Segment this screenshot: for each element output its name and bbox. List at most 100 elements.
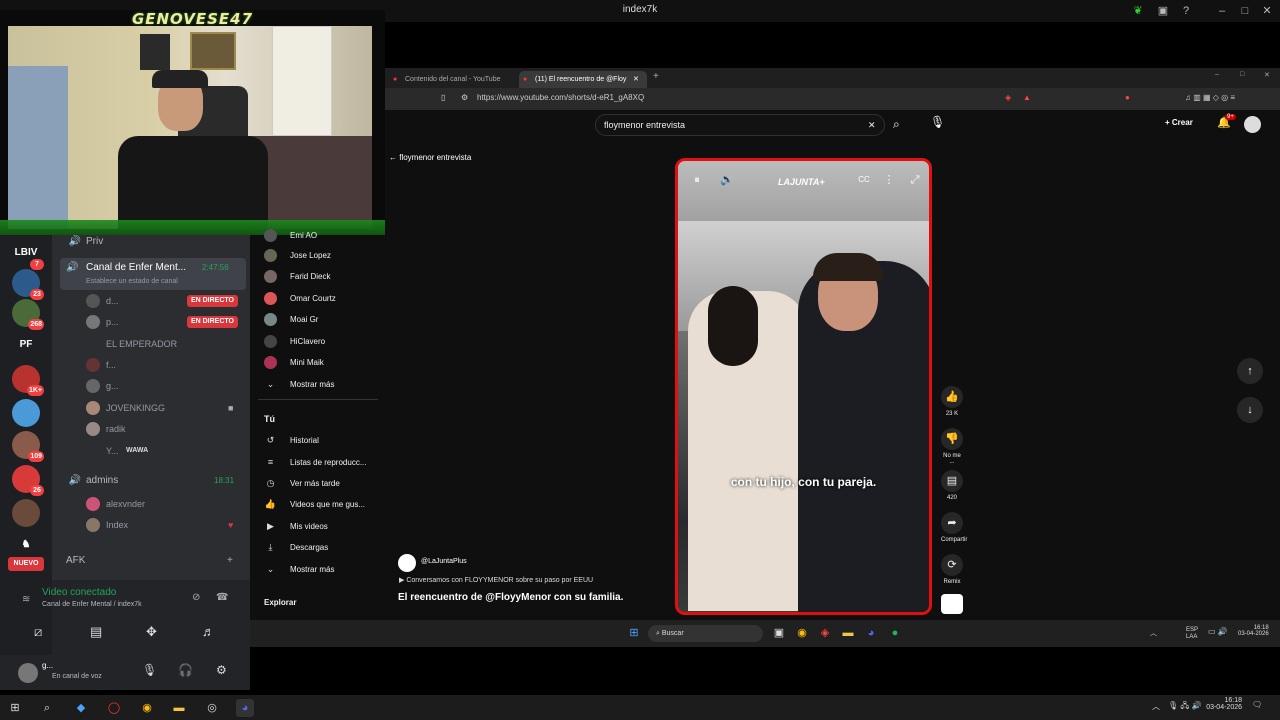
screen-icon[interactable]: ▣ [1155, 3, 1171, 19]
subscription-item[interactable]: Jose Lopez [250, 245, 385, 266]
search-icon[interactable]: ⌕ [893, 117, 900, 132]
rewards-icon[interactable]: ▲ [1023, 93, 1031, 102]
channel-avatar[interactable] [398, 554, 416, 572]
leaf-icon[interactable]: ❦ [1130, 3, 1146, 19]
dislike-button[interactable]: 👎 No me ... [941, 428, 963, 465]
folder-icon[interactable]: ▬ [170, 699, 188, 717]
nav-downloads[interactable]: ⤓ Descargas [250, 537, 385, 558]
server-icon[interactable] [12, 499, 40, 527]
microphone-icon[interactable]: 🎙 [142, 663, 157, 677]
taskbar-search[interactable]: ⌕ Buscar [648, 625, 763, 642]
minimize-button[interactable]: – [1215, 71, 1219, 78]
nav-liked[interactable]: 👍 Videos que me gus... [250, 494, 385, 515]
help-icon[interactable]: ? [1178, 3, 1194, 19]
windows-start-icon[interactable]: ⊞ [6, 699, 24, 717]
notifications-icon[interactable]: 🔔 9+ [1217, 114, 1236, 129]
signal-icon[interactable]: ≋ [22, 594, 30, 605]
voice-user[interactable]: d... EN DIRECTO [52, 291, 250, 311]
active-voice-channel[interactable]: 🔊 Canal de Enfer Ment... 2:47:56 Estable… [60, 258, 246, 290]
subscription-item[interactable]: Farid Dieck [250, 266, 385, 287]
shorts-video[interactable]: ⏸ 🔊 LAJUNTA+ CC ⋮ ⤢ con tu hijo, con tu … [675, 158, 932, 615]
server-icon[interactable]: 268 [12, 299, 44, 330]
brave-shield-icon[interactable]: ◈ [1005, 93, 1011, 102]
headphones-icon[interactable]: 🎧 [178, 663, 193, 677]
close-tab-icon[interactable]: ✕ [633, 71, 639, 88]
voice-user[interactable]: Y... WAWA [52, 441, 250, 461]
new-badge[interactable]: NUEVO [8, 557, 44, 571]
nav-my-videos[interactable]: ▶ Mis videos [250, 516, 385, 537]
previous-short-icon[interactable]: ↑ [1237, 358, 1263, 384]
tray-chevron-icon[interactable]: ︿ [1152, 701, 1160, 712]
voice-user[interactable]: radik [52, 419, 250, 439]
new-tab-icon[interactable]: + [653, 71, 659, 82]
voice-user[interactable]: JOVENKINGG ■ [52, 398, 250, 418]
subscription-item[interactable]: HiClavero [250, 331, 385, 352]
soundboard-icon[interactable]: ♬ [202, 624, 215, 639]
share-button[interactable]: ➦ Compartir [941, 512, 967, 543]
nav-playlists[interactable]: ≡ Listas de reproducc... [250, 452, 385, 473]
clock[interactable]: 16:18 03-04-2026 [1200, 697, 1242, 711]
you-header[interactable]: Tú [250, 409, 385, 430]
voice-user[interactable]: EL EMPERADOR [52, 334, 250, 354]
voice-user[interactable]: f... [52, 355, 250, 375]
create-button[interactable]: + Crear [1165, 118, 1193, 127]
channel-name[interactable]: @LaJuntaPlus [421, 558, 467, 565]
brave-icon[interactable]: ◈ [816, 624, 834, 642]
spotify-icon[interactable]: ● [886, 624, 904, 642]
server-icon[interactable]: LBIV 7 [12, 239, 44, 270]
show-more-button[interactable]: ⌄ Mostrar más [250, 559, 385, 580]
voice-user[interactable]: alexvnder [52, 494, 250, 514]
system-tray-icons[interactable]: ▭ 🔊 [1208, 627, 1228, 636]
screen-share-icon[interactable]: ▤ [90, 624, 102, 640]
system-tray-icons[interactable]: 🎙 🖧 🔊 [1168, 700, 1201, 714]
activities-icon[interactable]: ✥ [146, 624, 157, 640]
subscription-item[interactable]: Emi AO [250, 225, 385, 246]
tab-shorts[interactable]: ● (11) El reencuentro de @Floy ✕ [519, 71, 647, 88]
server-icon[interactable]: 109 [12, 431, 44, 462]
bookmark-icon[interactable]: ▯ [441, 93, 445, 102]
avatar[interactable] [1244, 116, 1261, 133]
voice-user[interactable]: Index ♥ [52, 515, 250, 535]
folder-icon[interactable]: ▬ [839, 624, 857, 642]
avatar[interactable] [18, 663, 38, 683]
volume-icon[interactable]: 🔊 [718, 171, 736, 189]
search-input[interactable]: floymenor entrevista ✕ [595, 114, 885, 136]
disconnect-icon[interactable]: ☎ [216, 592, 228, 603]
next-short-icon[interactable]: ↓ [1237, 397, 1263, 423]
camera-off-icon[interactable]: ⧄ [34, 624, 42, 640]
category-priv[interactable]: 🔊 Priv [52, 232, 250, 252]
windows-start-icon[interactable]: ⊞ [625, 624, 643, 642]
minimize-button[interactable]: – [1214, 3, 1230, 19]
chrome-icon[interactable]: ◉ [793, 624, 811, 642]
search-icon[interactable]: ⌕ [38, 699, 56, 717]
voice-channel-afk[interactable]: AFK + [52, 551, 250, 571]
site-info-icon[interactable]: ⚙ [461, 93, 468, 102]
maximize-button[interactable]: □ [1240, 71, 1244, 78]
extensions-icon[interactable]: ♫ ▥ ▦ ◇ ◎ ≡ [1185, 93, 1235, 102]
subscription-item[interactable]: Omar Courtz [250, 288, 385, 309]
discord-icon[interactable]: ◕ [236, 699, 254, 717]
server-icon[interactable]: 23 [12, 269, 44, 300]
channel-status[interactable]: Establece un estado de canal [86, 278, 178, 285]
add-icon[interactable]: + [227, 551, 233, 571]
notification-icon[interactable]: 🗨 [1252, 700, 1262, 709]
pause-icon[interactable]: ⏸ [688, 171, 706, 189]
tray-chevron-icon[interactable]: ︿ [1150, 628, 1157, 638]
chrome-icon[interactable]: ◉ [138, 699, 156, 717]
like-button[interactable]: 👍 23 K [941, 386, 963, 417]
tab-youtube-studio[interactable]: ●Contenido del canal - YouTube Studio [389, 71, 515, 100]
record-icon[interactable]: ● [1125, 93, 1130, 102]
obs-icon[interactable]: ◎ [203, 699, 221, 717]
remix-button[interactable]: ⟳ Remix [941, 554, 963, 585]
close-button[interactable]: ✕ [1259, 3, 1275, 19]
copilot-icon[interactable]: ◆ [72, 699, 90, 717]
nav-watch-later[interactable]: ◷ Ver más tarde [250, 473, 385, 494]
more-options-icon[interactable]: ⋮ [880, 171, 898, 189]
voice-channel-admins[interactable]: 🔊 admins 18:31 [52, 471, 250, 491]
voice-status-title[interactable]: Video conectado [42, 587, 116, 598]
sound-thumbnail[interactable] [941, 594, 963, 614]
maximize-button[interactable]: □ [1237, 3, 1253, 19]
server-icon[interactable]: 1K+ [12, 365, 44, 396]
comments-button[interactable]: ▤ 420 [941, 470, 963, 501]
voice-user[interactable]: p... EN DIRECTO [52, 312, 250, 332]
